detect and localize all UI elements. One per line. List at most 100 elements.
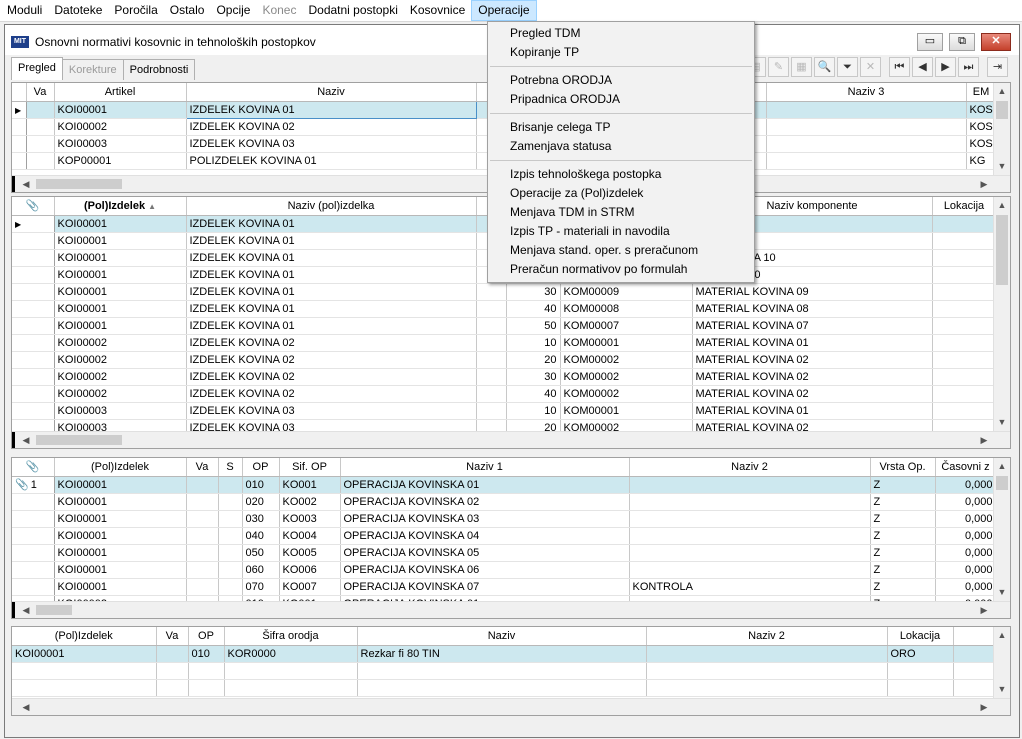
cell-naziv1[interactable]: OPERACIJA KOVINSKA 07 — [340, 578, 630, 596]
col-naziv2[interactable]: Naziv 2 — [629, 458, 871, 477]
cell-naziv2[interactable] — [629, 510, 871, 528]
scroll-up-icon[interactable]: ▲ — [994, 458, 1010, 475]
cell-s[interactable] — [218, 510, 243, 528]
col-s[interactable]: S — [218, 458, 243, 477]
cell-komponenta[interactable]: KOM00002 — [560, 385, 693, 403]
vertical-scrollbar[interactable]: ▲ ▼ — [993, 83, 1010, 175]
exit-icon[interactable]: ⇥ — [987, 57, 1008, 77]
scroll-right-icon[interactable]: ▶ — [976, 602, 992, 618]
cell-naziv[interactable]: Rezkar fi 80 TIN — [357, 645, 647, 663]
cell-komponenta[interactable]: KOM00007 — [560, 317, 693, 335]
cell-v[interactable] — [476, 351, 507, 369]
cell-casovni[interactable]: 0,000 — [935, 510, 997, 528]
cell-naziv-komponente[interactable]: MATERIAL KOVINA 01 — [692, 334, 933, 352]
cell-polizdelek[interactable]: KOI00001 — [54, 215, 187, 233]
cell-zaporedje[interactable]: 10 — [506, 402, 561, 420]
cell-sif-op[interactable]: KO006 — [279, 561, 341, 579]
cell-op[interactable]: 050 — [242, 544, 280, 562]
scroll-left-icon[interactable]: ◀ — [18, 602, 34, 618]
scroll-thumb[interactable] — [996, 476, 1008, 490]
cell-komponenta[interactable]: KOM00001 — [560, 334, 693, 352]
close-button[interactable]: ✕ — [981, 33, 1011, 51]
menu-kosovnice[interactable]: Kosovnice — [404, 0, 471, 21]
cell-v[interactable] — [476, 368, 507, 386]
cell-polizdelek[interactable]: KOI00001 — [54, 578, 187, 596]
cell-v[interactable] — [476, 300, 507, 318]
cell-polizdelek[interactable]: KOI00001 — [54, 561, 187, 579]
cell-op[interactable]: 010 — [242, 476, 280, 494]
scroll-thumb[interactable] — [36, 435, 122, 445]
cell-op[interactable]: 040 — [242, 527, 280, 545]
cell-em[interactable]: KG — [966, 152, 997, 170]
scroll-right-icon[interactable]: ▶ — [976, 176, 992, 192]
cell-va[interactable] — [186, 476, 219, 494]
cell-komponenta[interactable]: KOM00009 — [560, 283, 693, 301]
last-record-icon[interactable]: ⏭ — [958, 57, 979, 77]
cell-s[interactable] — [218, 527, 243, 545]
cell-sif-op[interactable]: KO005 — [279, 544, 341, 562]
menu-item-preracun-normativov[interactable]: Preračun normativov po formulah — [488, 260, 754, 279]
menu-item-pregled-tdm[interactable]: Pregled TDM — [488, 24, 754, 43]
cell-vrsta-op[interactable]: Z — [870, 493, 936, 511]
cell-naziv2[interactable] — [629, 527, 871, 545]
table-row[interactable]: KOI00001 010 KOR0000 Rezkar fi 80 TIN OR… — [12, 645, 997, 663]
tab-pregled[interactable]: Pregled — [11, 57, 63, 80]
cell-sif-op[interactable]: KO007 — [279, 578, 341, 596]
scroll-up-icon[interactable]: ▲ — [994, 83, 1010, 100]
cell-naziv-komponente[interactable]: MATERIAL KOVINA 01 — [692, 402, 933, 420]
cell-naziv[interactable]: IZDELEK KOVINA 03 — [186, 135, 477, 153]
col-hidden[interactable] — [953, 627, 997, 646]
edit-icon[interactable]: ✎ — [768, 57, 789, 77]
cell-casovni[interactable]: 0,000 — [935, 561, 997, 579]
vertical-scrollbar[interactable]: ▲ ▼ — [993, 458, 1010, 601]
cell-artikel[interactable]: KOP00001 — [54, 152, 187, 170]
cell-polizdelek[interactable]: KOI00003 — [54, 402, 187, 420]
scroll-down-icon[interactable]: ▼ — [994, 414, 1010, 431]
cell-polizdelek[interactable]: KOI00001 — [54, 527, 187, 545]
restore-button[interactable]: ⧉ — [949, 33, 975, 51]
menu-item-pripadnica-orodja[interactable]: Pripadnica ORODJA — [488, 90, 754, 109]
cell-em[interactable]: KOS — [966, 118, 997, 136]
scroll-down-icon[interactable]: ▼ — [994, 681, 1010, 698]
cell-vrsta-op[interactable]: Z — [870, 510, 936, 528]
menu-dodatni-postopki[interactable]: Dodatni postopki — [302, 0, 403, 21]
cell-va[interactable] — [186, 561, 219, 579]
cell-s[interactable] — [218, 561, 243, 579]
cell-va[interactable] — [186, 510, 219, 528]
cell-vrsta-op[interactable]: Z — [870, 578, 936, 596]
menu-item-brisanje-celega-tp[interactable]: Brisanje celega TP — [488, 118, 754, 137]
cell-naziv2[interactable] — [629, 476, 871, 494]
cell-sif-op[interactable]: KO004 — [279, 527, 341, 545]
cell-vrsta-op[interactable]: Z — [870, 527, 936, 545]
table-row[interactable]: KOI00003 IZDELEK KOVINA 03 10 KOM00001 MATER… — [12, 402, 997, 420]
table-row[interactable]: KOI00001 040 KO004 OPERACIJA KOVINSKA 04 Z 0,… — [12, 527, 997, 545]
cell-lokacija[interactable] — [932, 283, 997, 301]
cell-polizdelek[interactable]: KOI00001 — [54, 510, 187, 528]
scroll-left-icon[interactable]: ◀ — [18, 432, 34, 448]
cell-casovni[interactable]: 0,000 — [935, 544, 997, 562]
cell-op[interactable]: 010 — [188, 645, 225, 663]
horizontal-scrollbar[interactable]: ◀ ▶ — [12, 431, 1010, 448]
cell-em[interactable]: KOS — [966, 135, 997, 153]
cell-lokacija[interactable] — [932, 249, 997, 267]
clear-filter-icon[interactable]: ✕ — [860, 57, 881, 77]
cell-naziv-polizdelka[interactable]: IZDELEK KOVINA 02 — [186, 334, 477, 352]
cell-sifra-orodja[interactable]: KOR0000 — [224, 645, 358, 663]
col-va[interactable]: Va — [26, 83, 55, 102]
cell-v[interactable] — [476, 385, 507, 403]
menu-item-operacije-za-polizdelek[interactable]: Operacije za (Pol)izdelek — [488, 184, 754, 203]
cell-polizdelek[interactable]: KOI00001 — [54, 300, 187, 318]
cell-polizdelek[interactable]: KOI00001 — [54, 476, 187, 494]
col-naziv-polizdelka[interactable]: Naziv (pol)izdelka — [186, 197, 477, 216]
table-row[interactable]: KOI00001 060 KO006 OPERACIJA KOVINSKA 06 Z 0,… — [12, 561, 997, 579]
cell-op[interactable]: 030 — [242, 510, 280, 528]
minimize-button[interactable]: ▭ — [917, 33, 943, 51]
cell-naziv2[interactable]: KONTROLA — [629, 578, 871, 596]
menu-item-izpis-tehnoloskega-postopka[interactable]: Izpis tehnološkega postopka — [488, 165, 754, 184]
cell-polizdelek[interactable]: KOI00002 — [54, 368, 187, 386]
cell-naziv-komponente[interactable]: MATERIAL KOVINA 07 — [692, 317, 933, 335]
table-row[interactable]: KOI00001 050 KO005 OPERACIJA KOVINSKA 05 Z 0,… — [12, 544, 997, 562]
search-icon[interactable]: 🔍 — [814, 57, 835, 77]
cell-em[interactable]: KOS — [966, 101, 997, 119]
cell-zaporedje[interactable]: 30 — [506, 283, 561, 301]
